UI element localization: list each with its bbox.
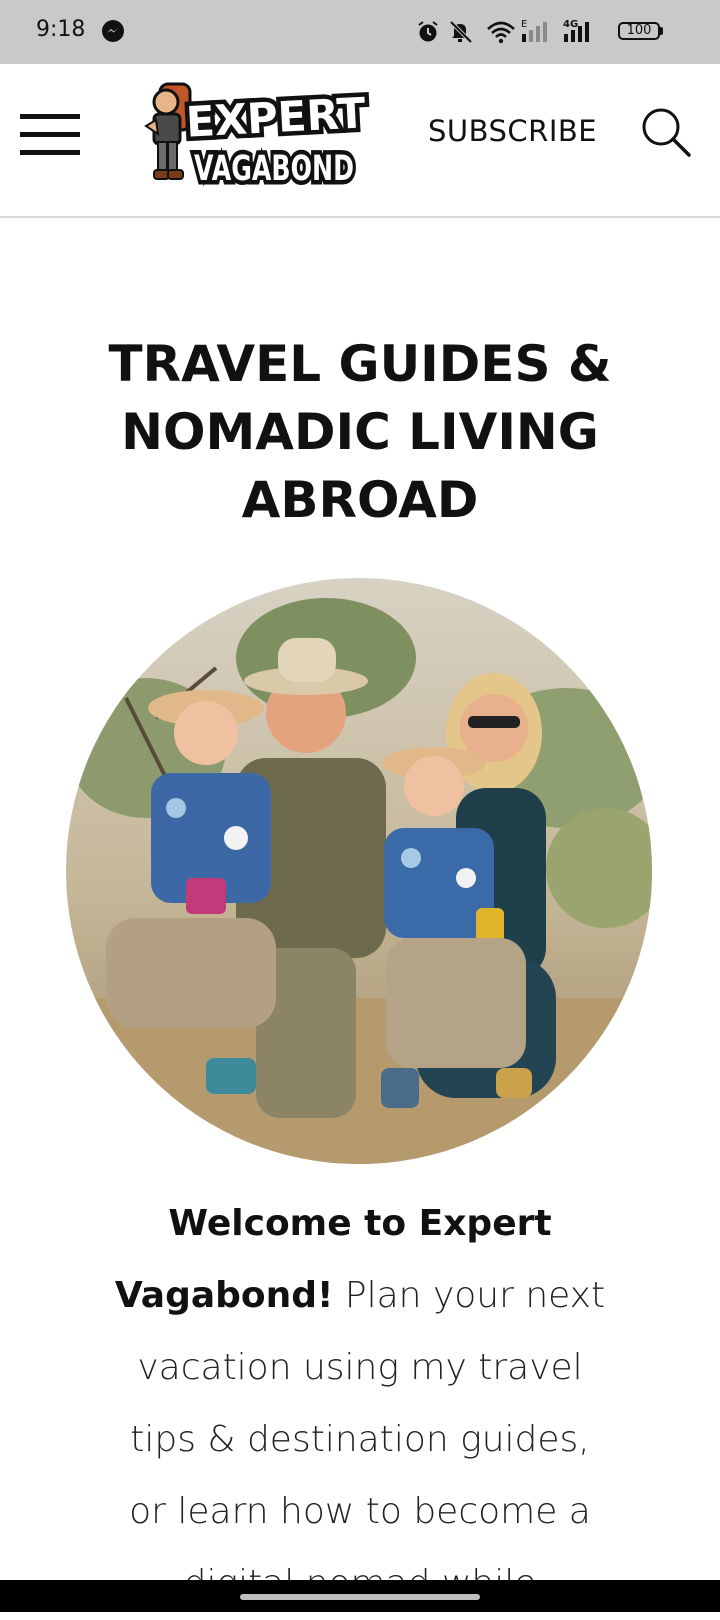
svg-text:4G: 4G — [563, 19, 578, 30]
hamburger-menu-icon[interactable] — [20, 114, 80, 156]
mascot-icon — [144, 82, 192, 180]
messenger-icon — [102, 20, 124, 42]
site-logo[interactable]: EXPERT VAGABOND — [144, 82, 374, 194]
mute-icon — [449, 20, 473, 44]
intro-paragraph: Welcome to Expert Vagabond! Plan your ne… — [110, 1188, 610, 1620]
page-title: TRAVEL GUIDES & NOMADIC LIVING ABROAD — [108, 335, 612, 529]
home-gesture-pill[interactable] — [240, 1594, 480, 1600]
battery-tip — [660, 27, 663, 35]
signal-icon: E — [521, 19, 547, 42]
status-time: 9:18 — [36, 17, 86, 42]
subscribe-link[interactable]: SUBSCRIBE — [428, 114, 597, 148]
logo-text-line2: VAGABOND — [194, 149, 354, 189]
alarm-icon — [418, 21, 438, 42]
wifi-icon — [487, 21, 515, 44]
site-header: EXPERT VAGABOND SUBSCRIBE — [0, 64, 720, 218]
family-photo — [66, 578, 652, 1164]
intro-text: Plan your next vacation using my travel … — [129, 1275, 606, 1604]
search-icon[interactable] — [640, 106, 692, 158]
status-bar: 9:18 E 4G 100 — [0, 0, 720, 64]
battery-icon: 100 — [618, 22, 660, 40]
4g-signal-icon: 4G — [563, 19, 589, 42]
svg-text:E: E — [521, 19, 527, 30]
logo-text-line1: EXPERT — [185, 88, 367, 146]
